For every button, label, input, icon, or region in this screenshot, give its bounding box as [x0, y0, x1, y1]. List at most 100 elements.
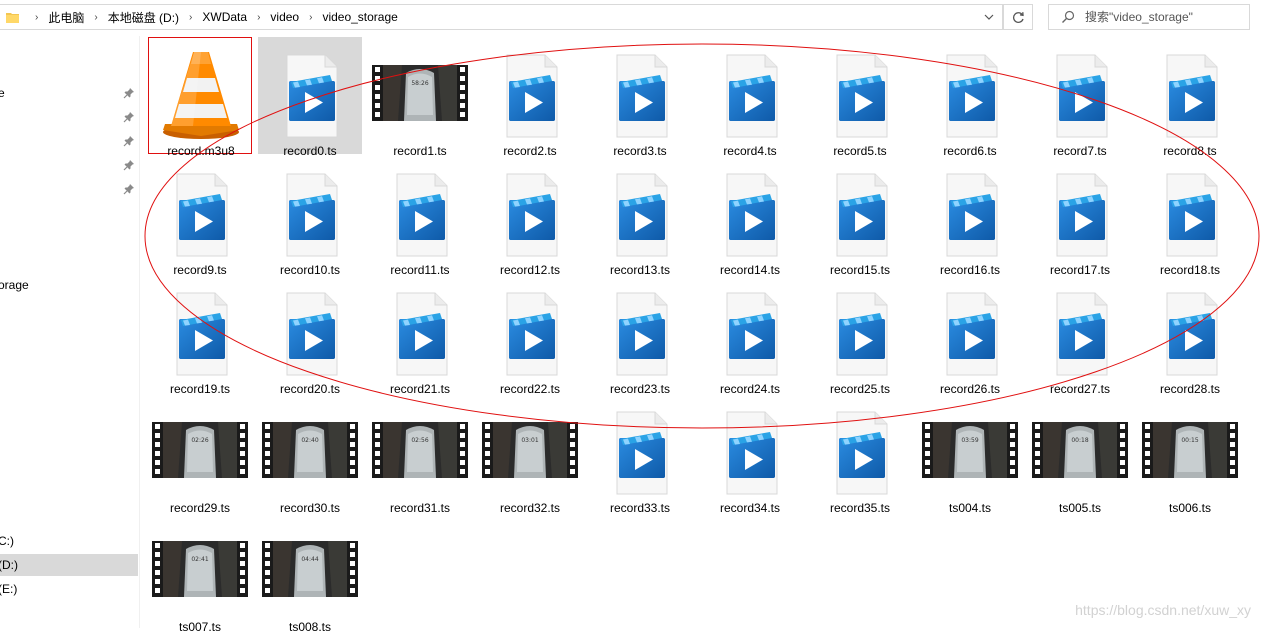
- file-item[interactable]: record17.ts: [1028, 156, 1132, 277]
- breadcrumb-video-storage[interactable]: video_storage: [322, 5, 397, 29]
- nav-item-label: C:): [0, 534, 14, 548]
- nav-item-drive-e[interactable]: (E:): [0, 578, 138, 600]
- file-item[interactable]: 02:26 record29.ts: [148, 394, 252, 515]
- file-item[interactable]: record7.ts: [1028, 37, 1132, 158]
- chevron-right-icon[interactable]: ›: [94, 12, 97, 23]
- video-file-icon: [808, 283, 912, 379]
- pin-icon[interactable]: [123, 87, 135, 99]
- file-item[interactable]: 58:26 record1.ts: [368, 37, 472, 158]
- file-item[interactable]: record16.ts: [918, 156, 1022, 277]
- chevron-down-icon[interactable]: [980, 5, 998, 29]
- file-item[interactable]: record12.ts: [478, 156, 582, 277]
- video-thumbnail-icon: 02:41: [148, 521, 252, 617]
- file-item[interactable]: record22.ts: [478, 275, 582, 396]
- nav-item-quick-access-2[interactable]: [0, 106, 138, 128]
- file-item[interactable]: record10.ts: [258, 156, 362, 277]
- nav-item-label: (E:): [0, 582, 18, 596]
- svg-text:03:59: 03:59: [961, 437, 978, 444]
- file-item[interactable]: 03:59 ts004.ts: [918, 394, 1022, 515]
- file-item[interactable]: 00:18 ts005.ts: [1028, 394, 1132, 515]
- file-item[interactable]: record4.ts: [698, 37, 802, 158]
- nav-item-drive-c[interactable]: C:): [0, 530, 138, 552]
- file-item[interactable]: record33.ts: [588, 394, 692, 515]
- file-item[interactable]: record35.ts: [808, 394, 912, 515]
- file-item[interactable]: record6.ts: [918, 37, 1022, 158]
- video-file-icon: [808, 402, 912, 498]
- file-item[interactable]: record9.ts: [148, 156, 252, 277]
- search-input[interactable]: [1085, 10, 1235, 24]
- file-item[interactable]: record34.ts: [698, 394, 802, 515]
- file-grid: record.m3u8 record0.ts 58:26 record1.ts …: [148, 37, 1261, 634]
- breadcrumb-this-pc[interactable]: 此电脑: [48, 5, 84, 29]
- video-file-icon: [588, 402, 692, 498]
- svg-text:02:56: 02:56: [411, 437, 428, 444]
- refresh-button[interactable]: [1003, 4, 1033, 30]
- file-item[interactable]: record15.ts: [808, 156, 912, 277]
- breadcrumb-xwdata[interactable]: XWData: [202, 5, 247, 29]
- chevron-right-icon[interactable]: ›: [309, 12, 312, 23]
- pin-icon[interactable]: [123, 159, 135, 171]
- video-thumbnail-icon: 02:26: [148, 402, 252, 498]
- video-file-icon: [698, 283, 802, 379]
- video-file-icon: [808, 164, 912, 260]
- pin-icon[interactable]: [123, 183, 135, 195]
- nav-item-quick-access-4[interactable]: [0, 154, 138, 176]
- video-file-icon: [588, 164, 692, 260]
- file-item[interactable]: record13.ts: [588, 156, 692, 277]
- file-item[interactable]: record27.ts: [1028, 275, 1132, 396]
- address-bar[interactable]: › 此电脑 › 本地磁盘 (D:) › XWData › video › vid…: [0, 4, 1003, 30]
- nav-item-quick-access-1[interactable]: e: [0, 82, 138, 104]
- file-item[interactable]: record23.ts: [588, 275, 692, 396]
- file-item[interactable]: 00:15 ts006.ts: [1138, 394, 1242, 515]
- video-thumbnail-icon: 00:15: [1138, 402, 1242, 498]
- file-item[interactable]: record11.ts: [368, 156, 472, 277]
- nav-item-drive-d[interactable]: (D:): [0, 554, 138, 576]
- file-item[interactable]: record20.ts: [258, 275, 362, 396]
- video-thumbnail-icon: 03:59: [918, 402, 1022, 498]
- watermark: https://blog.csdn.net/xuw_xy: [1075, 602, 1251, 618]
- file-item[interactable]: record8.ts: [1138, 37, 1242, 158]
- file-item[interactable]: record0.ts: [258, 37, 362, 158]
- pin-icon[interactable]: [123, 135, 135, 147]
- file-item[interactable]: record19.ts: [148, 275, 252, 396]
- breadcrumb-video[interactable]: video: [270, 5, 299, 29]
- video-file-icon: [148, 283, 252, 379]
- breadcrumb-local-disk-d[interactable]: 本地磁盘 (D:): [108, 5, 179, 29]
- file-item[interactable]: record25.ts: [808, 275, 912, 396]
- file-item[interactable]: record28.ts: [1138, 275, 1242, 396]
- file-item[interactable]: record.m3u8: [148, 37, 252, 158]
- file-item[interactable]: record21.ts: [368, 275, 472, 396]
- search-box[interactable]: [1048, 4, 1250, 30]
- file-item[interactable]: record26.ts: [918, 275, 1022, 396]
- file-name: record33.ts: [609, 501, 671, 515]
- svg-text:58:26: 58:26: [411, 80, 428, 87]
- video-thumbnail-icon: 00:18: [1028, 402, 1132, 498]
- file-item[interactable]: 02:56 record31.ts: [368, 394, 472, 515]
- search-icon: [1061, 10, 1075, 24]
- nav-item-label: orage: [0, 278, 29, 292]
- file-name: record32.ts: [499, 501, 561, 515]
- breadcrumb-label: video: [270, 10, 300, 24]
- nav-item-quick-access-3[interactable]: [0, 130, 138, 152]
- file-item[interactable]: record14.ts: [698, 156, 802, 277]
- chevron-right-icon[interactable]: ›: [257, 12, 260, 23]
- file-item[interactable]: 02:40 record30.ts: [258, 394, 362, 515]
- file-item[interactable]: record2.ts: [478, 37, 582, 158]
- video-file-icon: [1028, 164, 1132, 260]
- svg-text:02:40: 02:40: [301, 437, 318, 444]
- video-file-icon: [258, 283, 362, 379]
- file-item[interactable]: 04:44 ts008.ts: [258, 513, 362, 634]
- file-item[interactable]: record24.ts: [698, 275, 802, 396]
- nav-item-quick-access-5[interactable]: [0, 178, 138, 200]
- file-item[interactable]: 02:41 ts007.ts: [148, 513, 252, 634]
- file-item[interactable]: 03:01 record32.ts: [478, 394, 582, 515]
- pin-icon[interactable]: [123, 111, 135, 123]
- file-item[interactable]: record5.ts: [808, 37, 912, 158]
- file-item[interactable]: record18.ts: [1138, 156, 1242, 277]
- chevron-right-icon[interactable]: ›: [189, 12, 192, 23]
- file-item[interactable]: record3.ts: [588, 37, 692, 158]
- file-name: record35.ts: [829, 501, 891, 515]
- nav-item-video-storage[interactable]: orage: [0, 274, 138, 296]
- video-file-icon: [1138, 283, 1242, 379]
- video-file-icon: [368, 283, 472, 379]
